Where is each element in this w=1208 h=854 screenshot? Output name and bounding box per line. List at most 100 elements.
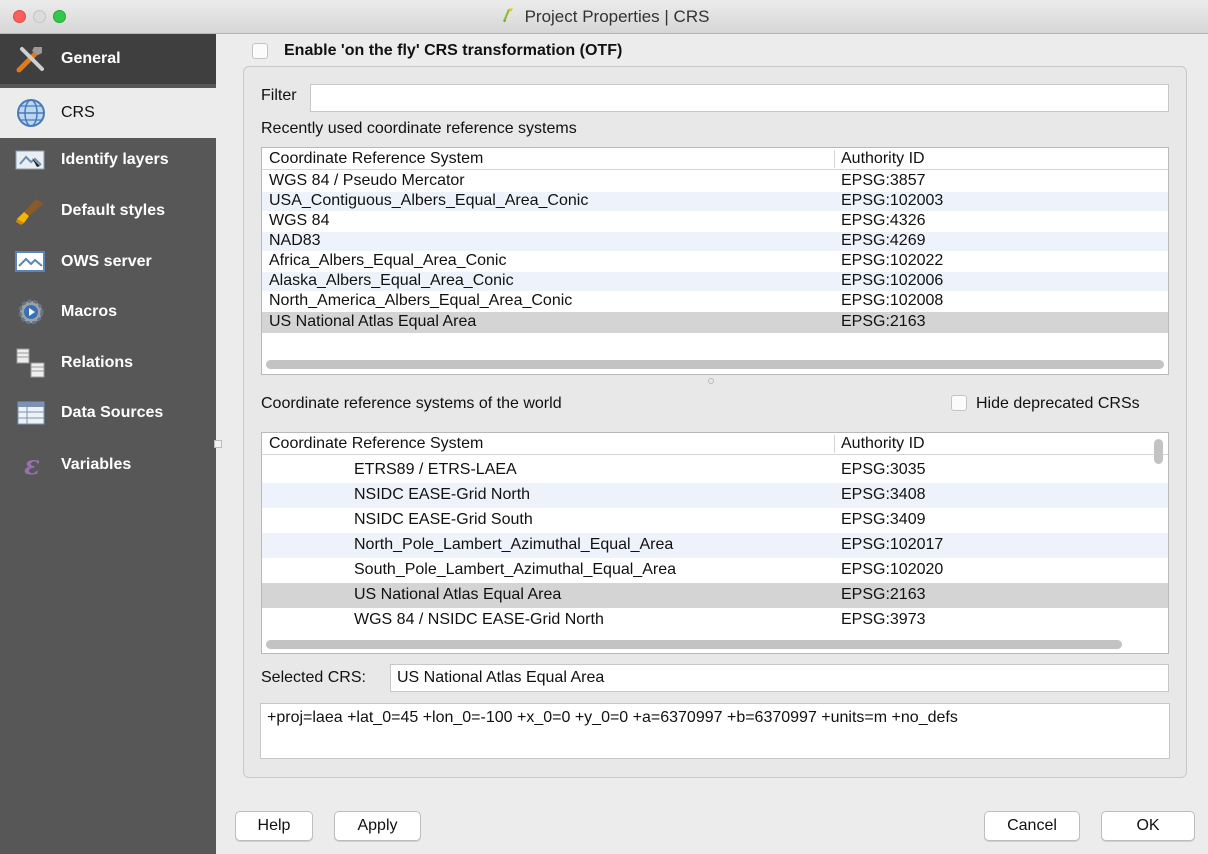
sidebar-item-default-styles[interactable]: Default styles (0, 186, 216, 236)
authority-id-cell: EPSG:102008 (841, 292, 944, 309)
table-row-selected[interactable]: US National Atlas Equal Area EPSG:2163 (262, 583, 1168, 608)
sidebar-item-label: Default styles (61, 202, 166, 219)
hide-deprecated-label: Hide deprecated CRSs (976, 395, 1140, 412)
help-button[interactable]: Help (235, 811, 313, 841)
table-row[interactable]: USA_Contiguous_Albers_Equal_Area_Conic E… (262, 192, 1168, 211)
title-bar: Project Properties | CRS (0, 0, 1208, 34)
authority-id-cell: EPSG:102003 (841, 192, 944, 209)
sidebar-item-label: Data Sources (61, 404, 164, 421)
sidebar-item-label: Identify layers (61, 151, 169, 168)
sidebar-item-label: Relations (61, 354, 134, 371)
table-row[interactable]: WGS 84 / NSIDC EASE-Grid North EPSG:3973 (262, 608, 1168, 633)
sidebar-splitter-handle[interactable] (214, 440, 222, 448)
otf-checkbox[interactable] (252, 43, 268, 59)
selected-crs-field[interactable]: US National Atlas Equal Area (390, 664, 1169, 692)
crs-name-cell: ETRS89 / ETRS-LAEA (354, 461, 517, 478)
table-header: Coordinate Reference System Authority ID (262, 148, 1168, 170)
qgis-logo-icon (499, 6, 517, 29)
world-crs-table: Coordinate Reference System Authority ID… (261, 432, 1169, 654)
column-header-crs[interactable]: Coordinate Reference System (269, 148, 483, 170)
filter-label: Filter (261, 87, 297, 104)
column-divider[interactable] (834, 150, 835, 168)
sidebar-item-variables[interactable]: ε Variables (0, 440, 216, 490)
table-row[interactable]: South_Pole_Lambert_Azimuthal_Equal_Area … (262, 558, 1168, 583)
column-header-crs[interactable]: Coordinate Reference System (269, 433, 483, 455)
sidebar-item-label: OWS server (61, 253, 152, 270)
column-header-authority-id[interactable]: Authority ID (841, 148, 925, 170)
vertical-scrollbar[interactable] (1154, 439, 1163, 464)
otf-label: Enable 'on the fly' CRS transformation (… (284, 42, 623, 59)
recent-crs-heading: Recently used coordinate reference syste… (261, 120, 577, 137)
brush-icon (13, 195, 49, 227)
sidebar-item-data-sources[interactable]: Data Sources (0, 388, 216, 438)
authority-id-cell: EPSG:4326 (841, 212, 926, 229)
horizontal-scrollbar[interactable] (266, 360, 1164, 369)
sidebar-item-general[interactable]: General (0, 34, 216, 84)
sidebar-item-label: General (61, 50, 121, 67)
authority-id-cell: EPSG:2163 (841, 313, 926, 330)
filter-input[interactable] (310, 84, 1169, 112)
macros-icon (13, 296, 49, 328)
table-row[interactable]: WGS 84 EPSG:4326 (262, 212, 1168, 231)
crs-name-cell: WGS 84 / NSIDC EASE-Grid North (354, 611, 604, 628)
authority-id-cell: EPSG:102020 (841, 561, 944, 578)
authority-id-cell: EPSG:3409 (841, 511, 926, 528)
crs-name-cell: NSIDC EASE-Grid North (354, 486, 531, 503)
table-row[interactable]: Alaska_Albers_Equal_Area_Conic EPSG:1020… (262, 272, 1168, 291)
crs-name-cell: WGS 84 / Pseudo Mercator (269, 172, 465, 189)
crs-name-cell: North_America_Albers_Equal_Area_Conic (269, 292, 573, 309)
sidebar-item-macros[interactable]: Macros (0, 287, 216, 337)
crs-name-cell: North_Pole_Lambert_Azimuthal_Equal_Area (354, 536, 674, 553)
ows-server-icon (13, 246, 49, 278)
table-row[interactable]: NSIDC EASE-Grid North EPSG:3408 (262, 483, 1168, 508)
authority-id-cell: EPSG:3857 (841, 172, 926, 189)
crs-name-cell: Alaska_Albers_Equal_Area_Conic (269, 272, 514, 289)
crs-name-cell: US National Atlas Equal Area (269, 313, 477, 330)
data-sources-icon (13, 397, 49, 429)
crs-name-cell: NAD83 (269, 232, 321, 249)
horizontal-scrollbar[interactable] (266, 640, 1122, 649)
authority-id-cell: EPSG:3035 (841, 461, 926, 478)
table-row[interactable]: North_America_Albers_Equal_Area_Conic EP… (262, 292, 1168, 311)
authority-id-cell: EPSG:4269 (841, 232, 926, 249)
table-row-selected[interactable]: US National Atlas Equal Area EPSG:2163 (262, 312, 1168, 333)
sidebar: General CRS Identify layers Default styl… (0, 34, 216, 854)
sidebar-item-label: Macros (61, 303, 118, 320)
sidebar-item-relations[interactable]: Relations (0, 338, 216, 388)
authority-id-cell: EPSG:102017 (841, 536, 944, 553)
crs-name-cell: South_Pole_Lambert_Azimuthal_Equal_Area (354, 561, 676, 578)
cancel-button[interactable]: Cancel (984, 811, 1080, 841)
apply-button[interactable]: Apply (334, 811, 421, 841)
general-tools-icon (13, 43, 49, 75)
world-crs-heading: Coordinate reference systems of the worl… (261, 395, 562, 412)
crs-name-cell: US National Atlas Equal Area (354, 586, 562, 603)
table-splitter-handle[interactable] (708, 378, 714, 384)
crs-name-cell: NSIDC EASE-Grid South (354, 511, 533, 528)
table-row[interactable]: WGS 84 / Pseudo Mercator EPSG:3857 (262, 172, 1168, 191)
sidebar-item-ows-server[interactable]: OWS server (0, 237, 216, 287)
selected-crs-label: Selected CRS: (261, 669, 366, 686)
sidebar-item-crs[interactable]: CRS (0, 88, 216, 138)
relations-icon (13, 347, 49, 379)
table-row[interactable]: North_Pole_Lambert_Azimuthal_Equal_Area … (262, 533, 1168, 558)
column-header-authority-id[interactable]: Authority ID (841, 433, 925, 455)
sidebar-item-label: Variables (61, 456, 132, 473)
column-divider[interactable] (834, 435, 835, 453)
ok-button[interactable]: OK (1101, 811, 1195, 841)
sidebar-item-identify-layers[interactable]: Identify layers (0, 135, 216, 185)
sidebar-item-label: CRS (61, 104, 95, 121)
table-row[interactable]: ETRS89 / ETRS-LAEA EPSG:3035 (262, 458, 1168, 483)
recent-crs-table: Coordinate Reference System Authority ID… (261, 147, 1169, 375)
table-row[interactable]: NSIDC EASE-Grid South EPSG:3409 (262, 508, 1168, 533)
crs-name-cell: Africa_Albers_Equal_Area_Conic (269, 252, 507, 269)
proj-definition-field[interactable]: +proj=laea +lat_0=45 +lon_0=-100 +x_0=0 … (260, 703, 1170, 759)
svg-text:ε: ε (24, 451, 40, 480)
table-row[interactable]: Africa_Albers_Equal_Area_Conic EPSG:1020… (262, 252, 1168, 271)
hide-deprecated-checkbox[interactable] (951, 395, 967, 411)
authority-id-cell: EPSG:2163 (841, 586, 926, 603)
table-row[interactable]: NAD83 EPSG:4269 (262, 232, 1168, 251)
window-title: Project Properties | CRS (524, 7, 710, 26)
crs-name-cell: USA_Contiguous_Albers_Equal_Area_Conic (269, 192, 589, 209)
variables-icon: ε (13, 449, 49, 481)
table-header: Coordinate Reference System Authority ID (262, 433, 1168, 455)
